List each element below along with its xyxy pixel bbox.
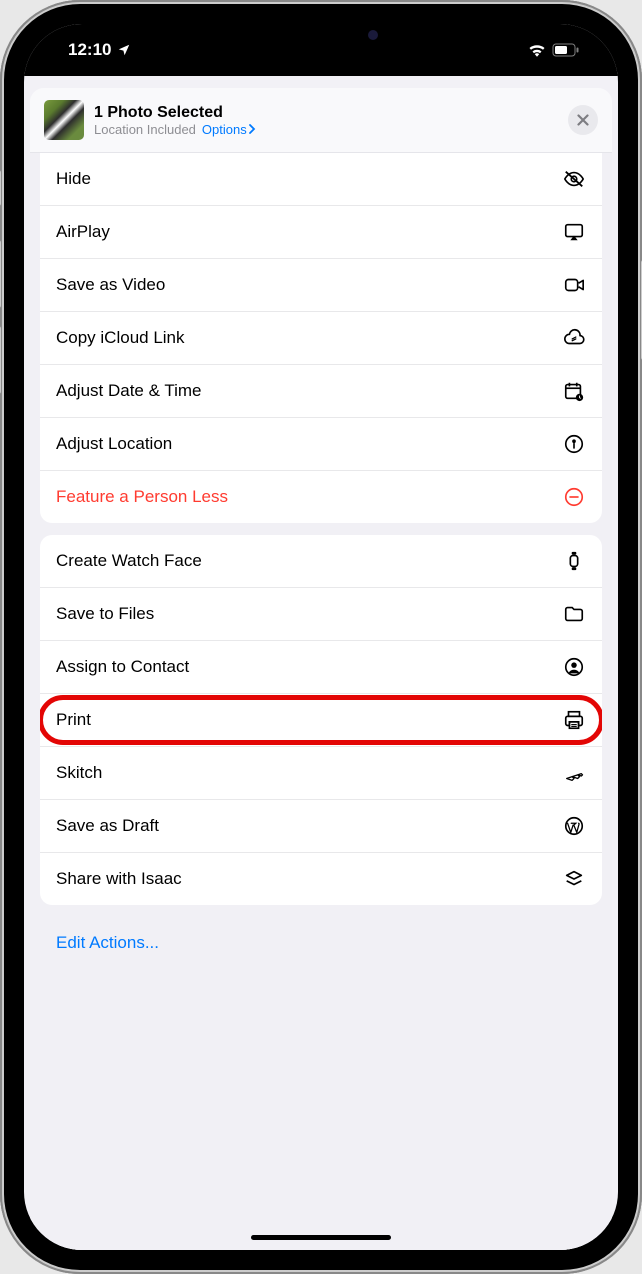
action-section: Hide AirPlay Save as Video Copy iCloud Link… [40, 153, 602, 523]
action-row-label: Save as Video [56, 275, 562, 295]
printer-icon [562, 708, 586, 732]
action-row-airplay[interactable]: AirPlay [40, 206, 602, 259]
action-row-label: Share with Isaac [56, 869, 562, 889]
action-row-label: Assign to Contact [56, 657, 562, 677]
action-row-save-to-files[interactable]: Save to Files [40, 588, 602, 641]
eye-slash-icon [562, 167, 586, 191]
photo-thumbnail [44, 100, 84, 140]
action-row-label: Feature a Person Less [56, 487, 562, 507]
status-time: 12:10 [68, 40, 111, 60]
action-row-label: Adjust Date & Time [56, 381, 562, 401]
action-row-label: Adjust Location [56, 434, 562, 454]
volume-down-button [0, 326, 1, 394]
edit-actions-button[interactable]: Edit Actions... [40, 917, 602, 977]
chevron-right-icon [249, 124, 256, 134]
action-row-label: Print [56, 710, 562, 730]
sheet-title: 1 Photo Selected [94, 104, 558, 122]
volume-up-button [0, 240, 1, 308]
home-indicator[interactable] [251, 1235, 391, 1240]
actions-scroll-area[interactable]: Hide AirPlay Save as Video Copy iCloud Link… [30, 153, 612, 1250]
minus-circle-icon [562, 485, 586, 509]
video-icon [562, 273, 586, 297]
wordpress-icon [562, 814, 586, 838]
action-row-share-with-isaac[interactable]: Share with Isaac [40, 853, 602, 905]
action-row-label: Copy iCloud Link [56, 328, 562, 348]
close-button[interactable] [568, 105, 598, 135]
notch [216, 18, 426, 52]
battery-icon [552, 43, 580, 57]
feather-icon [562, 761, 586, 785]
action-row-print[interactable]: Print [40, 694, 602, 747]
action-row-label: Hide [56, 169, 562, 189]
close-icon [577, 114, 589, 126]
pin-circle-icon [562, 432, 586, 456]
action-row-feature-a-person-less[interactable]: Feature a Person Less [40, 471, 602, 523]
watch-icon [562, 549, 586, 573]
action-row-copy-icloud-link[interactable]: Copy iCloud Link [40, 312, 602, 365]
action-row-save-as-draft[interactable]: Save as Draft [40, 800, 602, 853]
share-sheet-header: 1 Photo Selected Location Included Optio… [30, 88, 612, 153]
action-row-label: Create Watch Face [56, 551, 562, 571]
stack-icon [562, 867, 586, 891]
wifi-icon [528, 43, 546, 57]
action-row-label: AirPlay [56, 222, 562, 242]
action-row-adjust-date-time[interactable]: Adjust Date & Time [40, 365, 602, 418]
iphone-frame: 12:10 1 Ph [0, 0, 642, 1274]
action-row-label: Save as Draft [56, 816, 562, 836]
sheet-subtitle: Location Included [94, 122, 196, 137]
action-row-save-as-video[interactable]: Save as Video [40, 259, 602, 312]
options-button[interactable]: Options [202, 122, 256, 137]
contact-circle-icon [562, 655, 586, 679]
action-row-hide[interactable]: Hide [40, 153, 602, 206]
location-services-icon [117, 43, 131, 57]
mute-switch [0, 170, 1, 206]
action-section: Create Watch Face Save to Files Assign to … [40, 535, 602, 905]
cloud-link-icon [562, 326, 586, 350]
action-row-adjust-location[interactable]: Adjust Location [40, 418, 602, 471]
action-row-create-watch-face[interactable]: Create Watch Face [40, 535, 602, 588]
airplay-icon [562, 220, 586, 244]
folder-icon [562, 602, 586, 626]
action-row-label: Save to Files [56, 604, 562, 624]
share-sheet: 1 Photo Selected Location Included Optio… [30, 88, 612, 1250]
action-row-assign-to-contact[interactable]: Assign to Contact [40, 641, 602, 694]
calendar-clock-icon [562, 379, 586, 403]
action-row-skitch[interactable]: Skitch [40, 747, 602, 800]
action-row-label: Skitch [56, 763, 562, 783]
